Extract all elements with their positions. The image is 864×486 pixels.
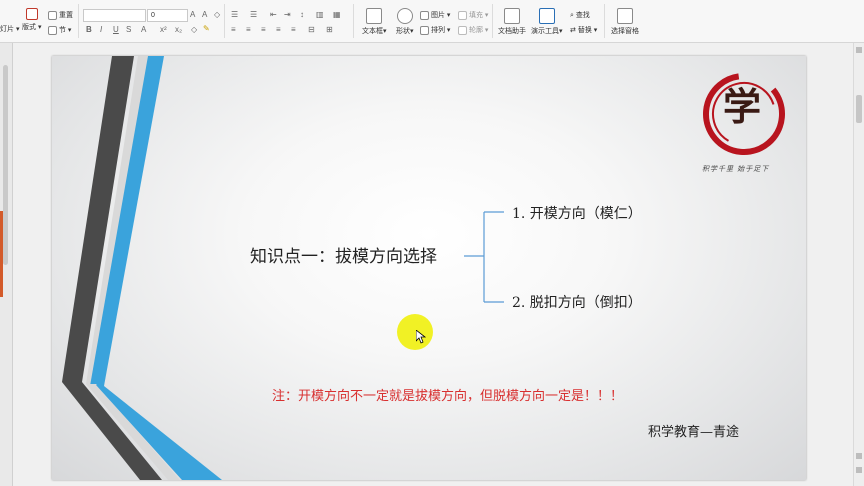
scroll-up-icon[interactable] xyxy=(856,47,862,53)
textbox-button[interactable]: 文本框▾ xyxy=(362,8,387,36)
grow-font-icon[interactable]: A xyxy=(190,10,195,19)
find-button[interactable]: ⌕ 查找 xyxy=(570,10,590,20)
branch-item-2: 2. 脱扣方向（倒扣） xyxy=(512,295,642,311)
fill-icon xyxy=(458,10,467,20)
outline-icon xyxy=(458,25,467,35)
highlight-icon[interactable]: ✎ xyxy=(203,24,210,33)
distribute-icon[interactable]: ≡ xyxy=(291,25,296,34)
picture-label: 图片 xyxy=(430,12,445,19)
bullet-list-icon[interactable]: ☰ xyxy=(231,10,238,19)
numbered-list-icon[interactable]: ☰ xyxy=(250,10,257,19)
vertical-align-icon[interactable]: ⊟ xyxy=(308,25,315,34)
reset-icon xyxy=(48,10,57,20)
divider xyxy=(224,4,225,38)
picture-icon xyxy=(420,10,429,20)
picture-button[interactable]: 图片 ▾ xyxy=(420,10,450,20)
mouse-cursor-icon xyxy=(416,330,426,344)
subscript-icon[interactable]: x₂ xyxy=(175,25,182,34)
slideshow-tools-label: 演示工具 xyxy=(531,28,559,35)
select-pane-button[interactable]: 选择窗格 xyxy=(611,8,639,36)
shape-icon xyxy=(396,8,413,24)
outline-button[interactable]: 轮廓 ▾ xyxy=(458,25,488,35)
divider xyxy=(604,4,605,38)
fill-button[interactable]: 填充 ▾ xyxy=(458,10,488,20)
outline-label: 轮廓 xyxy=(468,27,483,34)
topic-heading: 知识点一：拔模方向选择 xyxy=(250,247,437,267)
select-pane-label: 选择窗格 xyxy=(611,28,639,35)
section-icon xyxy=(48,25,57,35)
chevron-down-icon: ▾ xyxy=(14,26,20,33)
new-slide-label: 灯片 xyxy=(0,26,14,33)
font-size-dropdown[interactable]: 0 xyxy=(147,9,188,22)
section-label: 节 xyxy=(58,27,66,34)
layout-label: 版式 xyxy=(22,24,36,31)
text-direction-icon[interactable]: ▥ xyxy=(316,10,324,19)
italic-icon[interactable]: I xyxy=(100,25,102,34)
shape-button[interactable]: 形状▾ xyxy=(396,8,414,36)
align-right-icon[interactable]: ≡ xyxy=(261,25,266,34)
branch-item-1: 1. 开模方向（模仁） xyxy=(512,206,642,222)
justify-icon[interactable]: ≡ xyxy=(276,25,281,34)
shape-label: 形状 xyxy=(396,28,410,35)
smartart-icon[interactable]: ⊞ xyxy=(326,25,333,34)
shadow-icon[interactable]: S xyxy=(126,25,131,34)
layout-icon xyxy=(25,8,38,20)
search-icon: ⌕ xyxy=(570,12,574,19)
fill-label: 填充 xyxy=(468,12,483,19)
reset-label: 重置 xyxy=(58,12,73,19)
line-spacing-icon[interactable]: ↕ xyxy=(300,10,304,19)
align-left-icon[interactable]: ≡ xyxy=(231,25,236,34)
replace-label: 替换 xyxy=(577,27,592,34)
doc-assistant-label: 文档助手 xyxy=(498,28,526,35)
align-center-icon[interactable]: ≡ xyxy=(246,25,251,34)
scrollbar-thumb[interactable] xyxy=(856,95,862,123)
font-size-value: 0 xyxy=(151,12,155,19)
thumbnail-scrollbar[interactable] xyxy=(3,65,8,265)
select-pane-icon xyxy=(617,8,633,24)
slide-thumbnail-pane[interactable] xyxy=(0,43,13,486)
superscript-icon[interactable]: x² xyxy=(160,25,167,34)
slide-canvas[interactable]: 知识点一：拔模方向选择 1. 开模方向（模仁） 2. 脱扣方向（倒扣） 注：开模… xyxy=(52,56,806,480)
current-slide-indicator xyxy=(0,211,3,297)
divider xyxy=(353,4,354,38)
font-name-dropdown[interactable] xyxy=(83,9,146,22)
slideshow-tools-icon xyxy=(538,8,555,24)
columns-icon[interactable]: ▦ xyxy=(333,10,341,19)
new-slide-button[interactable]: 灯片 ▾ xyxy=(0,24,19,34)
ribbon-toolbar: 灯片 ▾ 版式 ▾ 重置 节 ▾ 0 A A ◇ B I U S A x² x₂… xyxy=(0,0,864,43)
shrink-font-icon[interactable]: A xyxy=(202,10,207,19)
pointer-highlight xyxy=(397,314,433,350)
decrease-indent-icon[interactable]: ⇤ xyxy=(270,10,277,19)
clear-format-icon[interactable]: ◇ xyxy=(214,10,220,19)
divider xyxy=(78,4,79,38)
bold-icon[interactable]: B xyxy=(86,25,92,34)
logo-character: 学 xyxy=(722,84,761,129)
replace-icon: ⇄ xyxy=(570,27,576,34)
footer-brand: 积学教育—青途 xyxy=(648,425,740,440)
mindmap-bracket xyxy=(464,211,504,303)
arrange-button[interactable]: 排列 ▾ xyxy=(420,25,450,35)
section-button[interactable]: 节 ▾ xyxy=(48,25,71,35)
slideshow-tools-button[interactable]: 演示工具▾ xyxy=(531,8,563,36)
doc-assistant-button[interactable]: 文档助手 xyxy=(498,8,526,36)
arrange-icon xyxy=(420,25,429,35)
text-color-icon[interactable]: A xyxy=(141,25,146,34)
textbox-label: 文本框 xyxy=(362,28,383,35)
prev-slide-icon[interactable] xyxy=(856,453,862,459)
vertical-scrollbar[interactable] xyxy=(853,43,864,486)
textbox-icon xyxy=(366,8,383,24)
replace-button[interactable]: ⇄ 替换 ▾ xyxy=(570,25,597,35)
increase-indent-icon[interactable]: ⇥ xyxy=(284,10,291,19)
find-label: 查找 xyxy=(575,12,590,19)
layout-button[interactable]: 版式 ▾ xyxy=(22,8,41,32)
reset-button[interactable]: 重置 xyxy=(48,10,73,20)
eraser-icon[interactable]: ◇ xyxy=(191,25,197,34)
logo-motto: 积学千里 始于足下 xyxy=(702,165,770,173)
doc-assistant-icon xyxy=(504,8,520,24)
underline-icon[interactable]: U xyxy=(113,25,119,34)
divider xyxy=(492,4,493,38)
next-slide-icon[interactable] xyxy=(856,467,862,473)
red-note: 注：开模方向不一定就是拔模方向，但脱模方向一定是！！！ xyxy=(272,389,624,404)
arrange-label: 排列 xyxy=(430,27,445,34)
